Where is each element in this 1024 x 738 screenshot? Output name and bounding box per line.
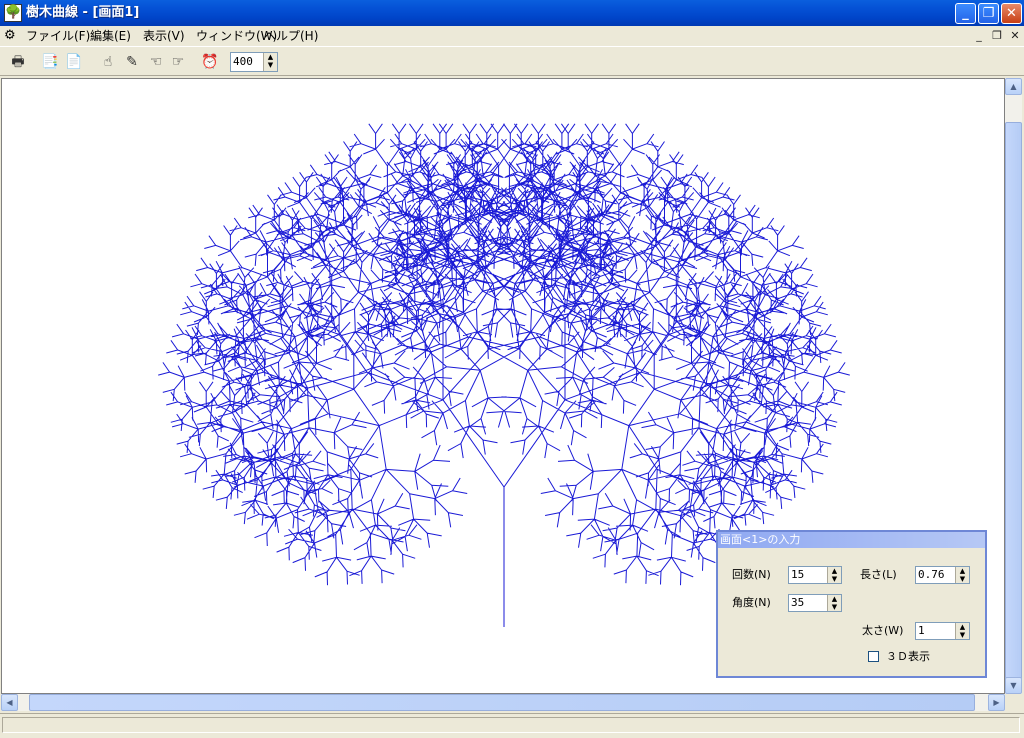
count-stepper[interactable]: 15 ▲ ▼	[788, 566, 842, 584]
print-icon[interactable]: 🖶	[8, 52, 28, 72]
hand-left-icon[interactable]: ☜	[146, 52, 166, 72]
scroll-corner	[1005, 694, 1022, 711]
scroll-up-button[interactable]: ▲	[1005, 78, 1022, 95]
horizontal-scrollbar[interactable]: ◀ ▶	[1, 694, 1005, 711]
window-title: 樹木曲線 - [画面1]	[26, 5, 140, 20]
width-label: 太さ(W)	[862, 624, 904, 637]
vertical-scroll-thumb[interactable]	[1005, 122, 1022, 692]
width-stepper[interactable]: 1 ▲ ▼	[915, 622, 970, 640]
scroll-left-button[interactable]: ◀	[1, 694, 18, 711]
dialog-title[interactable]: 画面<1>の入力	[718, 532, 985, 548]
angle-spin-arrows[interactable]: ▲ ▼	[827, 595, 841, 611]
restore-button[interactable]: ❐	[978, 3, 999, 24]
title-bar[interactable]: 🌳 樹木曲線 - [画面1] _ ❐ ✕	[0, 0, 1024, 26]
vertical-scrollbar[interactable]: ▲ ▼	[1005, 78, 1022, 694]
angle-label: 角度(N)	[732, 596, 771, 609]
document-icon[interactable]: ⚙	[4, 28, 20, 44]
count-label: 回数(N)	[732, 568, 771, 581]
three-d-label[interactable]: ３Ｄ表示	[886, 648, 930, 666]
hand-up-icon[interactable]: ☝	[98, 52, 118, 72]
mdi-close-button[interactable]: ✕	[1008, 29, 1022, 43]
close-button[interactable]: ✕	[1001, 3, 1022, 24]
zoom-spin-arrows[interactable]: ▲ ▼	[263, 53, 277, 71]
width-value[interactable]: 1	[918, 623, 925, 639]
angle-stepper[interactable]: 35 ▲ ▼	[788, 594, 842, 612]
three-d-checkbox[interactable]	[868, 651, 879, 662]
document-icon[interactable]: 📄	[64, 52, 84, 72]
hand-right-icon[interactable]: ☞	[168, 52, 188, 72]
length-spin-arrows[interactable]: ▲ ▼	[955, 567, 969, 583]
count-value[interactable]: 15	[791, 567, 804, 583]
menu-bar: ⚙ ファイル(F) 編集(E) 表示(V) ウィンドウ(W) ヘルプ(H) _ …	[0, 26, 1024, 46]
menu-view[interactable]: 表示(V)	[143, 28, 185, 44]
copy-document-icon[interactable]: 📑	[40, 52, 60, 72]
alarm-clock-icon[interactable]: ⏰	[200, 52, 220, 72]
minimize-button[interactable]: _	[955, 3, 976, 24]
menu-file[interactable]: ファイル(F)	[26, 28, 90, 44]
status-bar	[0, 713, 1024, 735]
zoom-stepper[interactable]: 400 ▲ ▼	[230, 52, 278, 72]
width-spin-arrows[interactable]: ▲ ▼	[955, 623, 969, 639]
scroll-right-button[interactable]: ▶	[988, 694, 1005, 711]
mdi-minimize-button[interactable]: _	[972, 29, 986, 43]
menu-edit[interactable]: 編集(E)	[90, 28, 131, 44]
pen-icon[interactable]: ✎	[122, 52, 142, 72]
scroll-down-button[interactable]: ▼	[1005, 677, 1022, 694]
tree-app-icon[interactable]: 🌳	[4, 4, 22, 22]
length-label: 長さ(L)	[860, 568, 897, 581]
length-value[interactable]: 0.76	[918, 567, 945, 583]
length-stepper[interactable]: 0.76 ▲ ▼	[915, 566, 970, 584]
zoom-value[interactable]: 400	[233, 54, 253, 70]
angle-value[interactable]: 35	[791, 595, 804, 611]
toolbar: 🖶 📑 📄 ☝ ✎ ☜ ☞ ⏰ 400 ▲ ▼	[0, 46, 1024, 76]
menu-help[interactable]: ヘルプ(H)	[264, 28, 318, 44]
status-pane	[2, 717, 1020, 733]
horizontal-scroll-thumb[interactable]	[29, 694, 975, 711]
count-spin-arrows[interactable]: ▲ ▼	[827, 567, 841, 583]
mdi-restore-button[interactable]: ❐	[990, 29, 1004, 43]
